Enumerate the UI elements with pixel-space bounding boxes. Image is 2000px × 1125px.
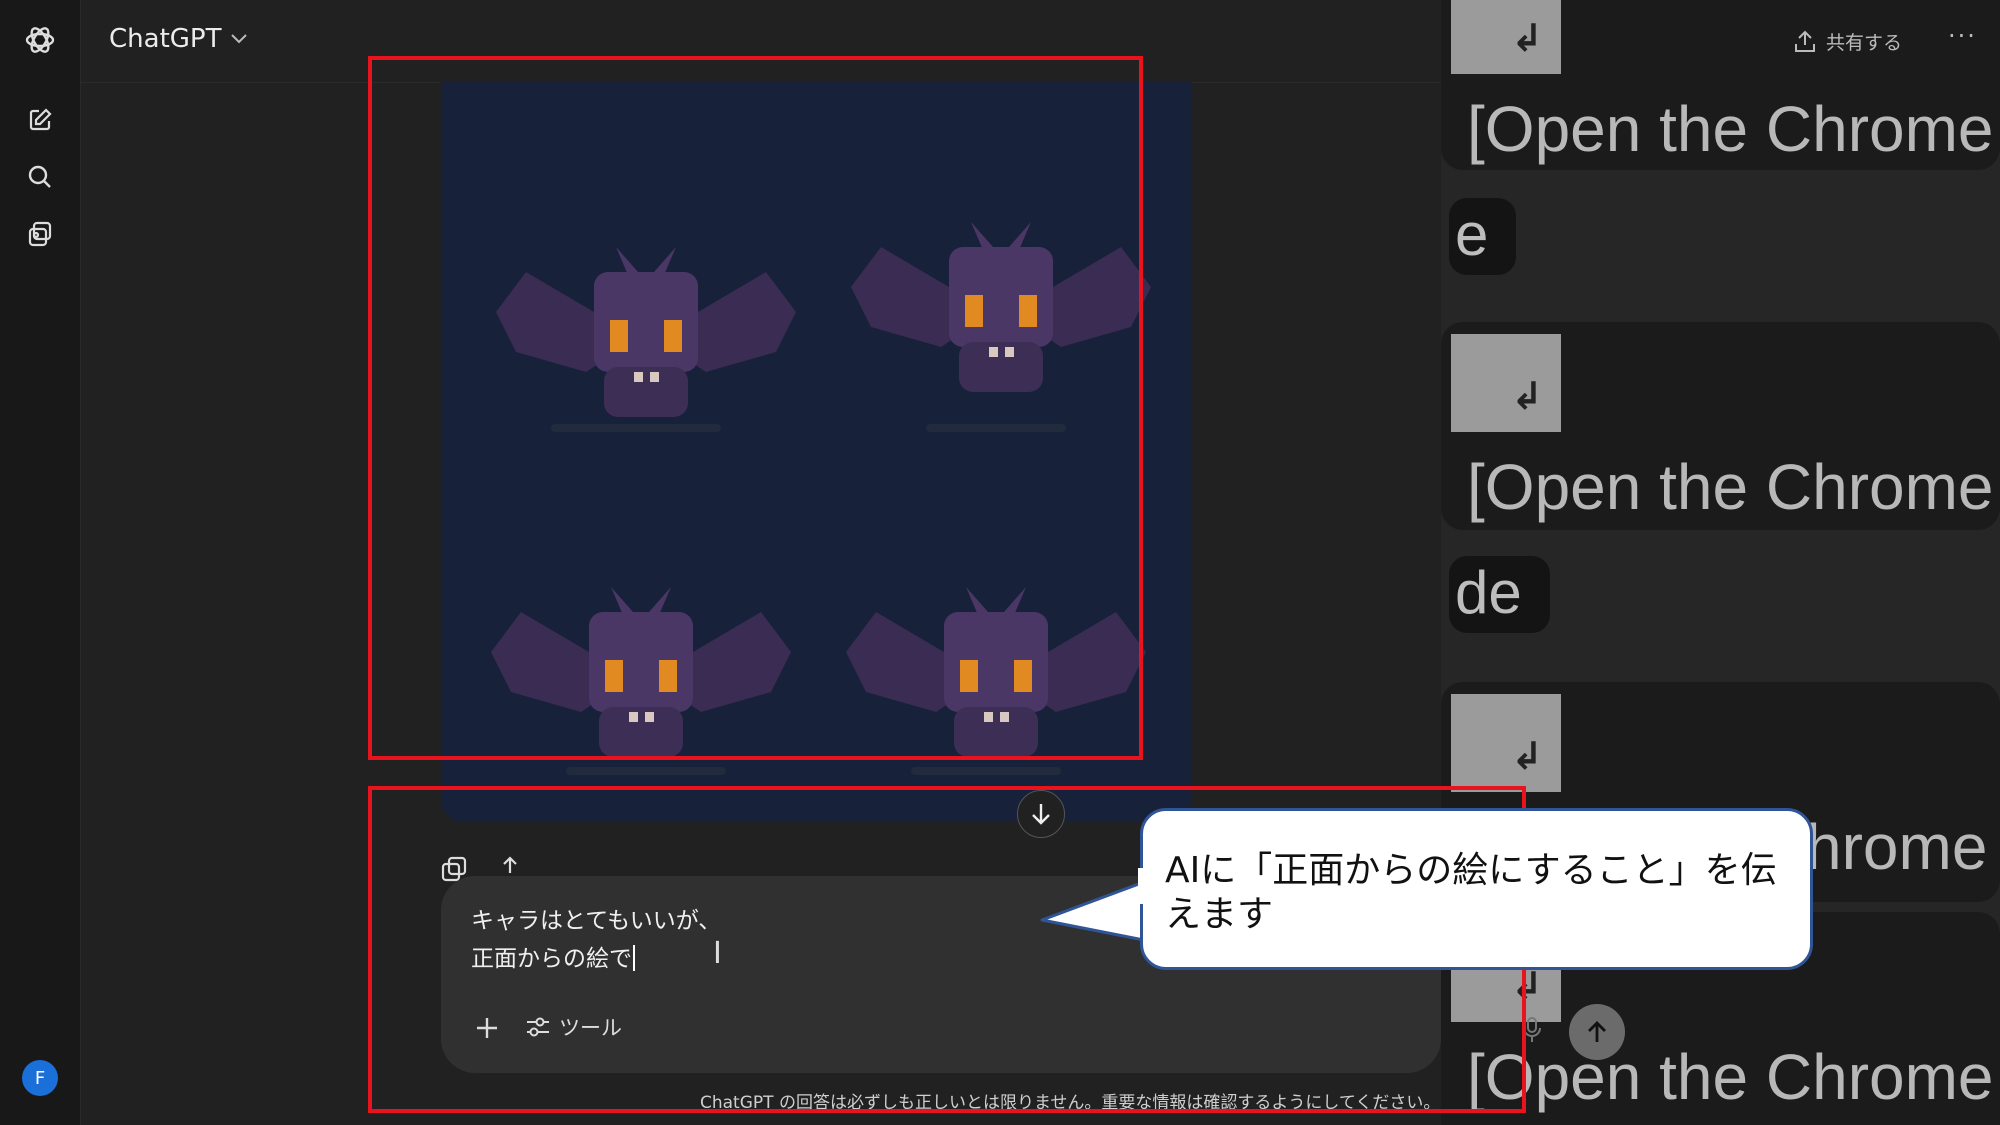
overlay-fragment: de xyxy=(1449,556,1550,633)
enter-key-icon: ↲ xyxy=(1451,694,1561,792)
library-icon[interactable] xyxy=(20,214,60,254)
openai-logo-icon[interactable] xyxy=(20,20,60,60)
sprite-shadow xyxy=(566,767,726,775)
enter-key-icon: ↲ xyxy=(1451,334,1561,432)
overlay-text: [Open the Chrome xyxy=(1467,93,1994,165)
search-icon[interactable] xyxy=(20,157,60,197)
arrow-up-icon xyxy=(1588,1021,1606,1042)
callout-text: AIに「正面からの絵にすること」を伝えます xyxy=(1165,850,1777,935)
upload-icon xyxy=(1795,30,1815,52)
overlay-text: hrome xyxy=(1806,811,1988,883)
chevron-down-icon xyxy=(231,34,248,44)
annotation-callout: AIに「正面からの絵にすること」を伝えます xyxy=(1140,808,1813,970)
model-label: ChatGPT xyxy=(109,24,222,54)
overlay-text: [Open the Chrome xyxy=(1467,1041,1994,1113)
new-chat-icon[interactable] xyxy=(20,100,60,140)
enter-key-icon: ↲ xyxy=(1451,0,1561,74)
share-button[interactable]: 共有する xyxy=(1794,28,1902,55)
sprite-shadow xyxy=(911,767,1061,775)
callout-tail-join xyxy=(1138,868,1146,904)
avatar[interactable]: F xyxy=(22,1060,58,1096)
more-options-button[interactable]: ··· xyxy=(1948,22,1977,50)
share-label: 共有する xyxy=(1826,32,1903,54)
model-selector[interactable]: ChatGPT xyxy=(109,24,248,54)
highlight-box-image xyxy=(368,56,1143,760)
callout-tail xyxy=(1040,880,1145,942)
sidebar: F xyxy=(0,0,81,1125)
overlay-text: [Open the Chrome xyxy=(1467,451,1994,523)
overlay-fragment: e xyxy=(1449,198,1517,275)
send-button[interactable] xyxy=(1569,1004,1625,1060)
